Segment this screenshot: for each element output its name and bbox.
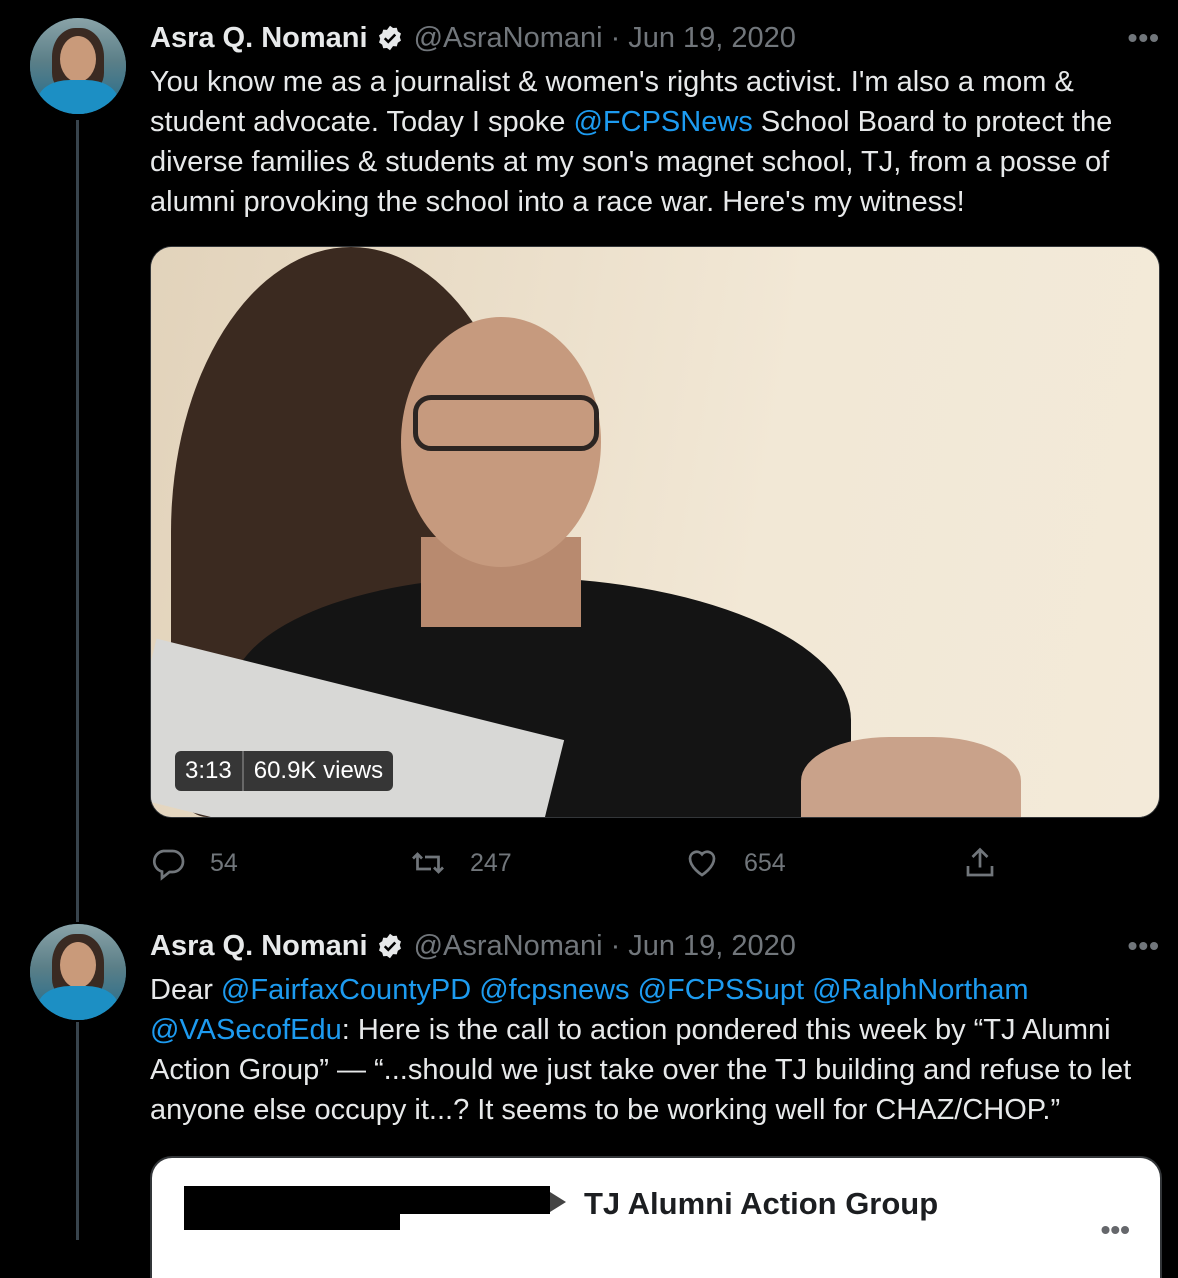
group-name: TJ Alumni Action Group: [584, 1186, 939, 1221]
avatar[interactable]: [30, 924, 126, 1020]
tweet-text: You know me as a journalist & women's ri…: [150, 62, 1160, 222]
more-icon: •••: [1100, 1214, 1130, 1245]
tweet-actions: 54 247 654: [150, 840, 1030, 886]
separator: ·: [610, 929, 621, 962]
arrow-icon: [550, 1192, 566, 1212]
share-icon: [962, 845, 998, 881]
retweet-count: 247: [470, 848, 512, 877]
reply-count: 54: [210, 848, 238, 877]
tweet-date[interactable]: Jun 19, 2020: [628, 22, 796, 55]
retweet-icon: [410, 845, 446, 881]
like-count: 654: [744, 848, 786, 877]
thread-line: [76, 906, 79, 922]
author-name[interactable]: Asra Q. Nomani: [150, 930, 368, 963]
like-icon: [684, 845, 720, 881]
like-button[interactable]: 654: [684, 840, 786, 886]
tweet-text: Dear @FairfaxCountyPD @fcpsnews @FCPSSup…: [150, 970, 1160, 1130]
separator: ·: [610, 21, 621, 54]
author-handle[interactable]: @AsraNomani: [414, 930, 603, 963]
tweet-date[interactable]: Jun 19, 2020: [628, 930, 796, 963]
tweet[interactable]: Asra Q. Nomani @AsraNomani · Jun 19, 202…: [0, 906, 1178, 1278]
author-name[interactable]: Asra Q. Nomani: [150, 22, 368, 55]
reply-icon: [150, 845, 186, 881]
redaction-bar: [400, 1186, 550, 1214]
tweet-header: Asra Q. Nomani @AsraNomani · Jun 19, 202…: [150, 18, 796, 58]
tweet-text-part: Dear: [150, 974, 221, 1006]
video-duration: 3:13: [185, 757, 232, 784]
verified-badge-icon: [376, 932, 404, 960]
author-handle[interactable]: @AsraNomani: [414, 22, 603, 55]
thread-line: [76, 120, 79, 906]
more-icon[interactable]: •••: [1128, 22, 1160, 54]
avatar[interactable]: [30, 18, 126, 114]
retweet-button[interactable]: 247: [410, 840, 512, 886]
video-player[interactable]: 3:13 60.9K views: [150, 246, 1160, 818]
tweet-header: Asra Q. Nomani @AsraNomani · Jun 19, 202…: [150, 926, 796, 966]
reply-button[interactable]: 54: [150, 840, 238, 886]
share-button[interactable]: [962, 840, 1022, 886]
video-info-badge: 3:13 60.9K views: [175, 751, 394, 791]
thread-line: [76, 1022, 79, 1240]
screenshot-card[interactable]: TJ Alumni Action Group •••: [150, 1156, 1162, 1278]
mention-link[interactable]: @FCPSNews: [573, 106, 752, 138]
video-views: 60.9K views: [253, 757, 384, 784]
verified-badge-icon: [376, 24, 404, 52]
more-icon[interactable]: •••: [1128, 930, 1160, 962]
tweet[interactable]: Asra Q. Nomani @AsraNomani · Jun 19, 202…: [0, 0, 1178, 906]
redaction-bar: [184, 1186, 400, 1230]
